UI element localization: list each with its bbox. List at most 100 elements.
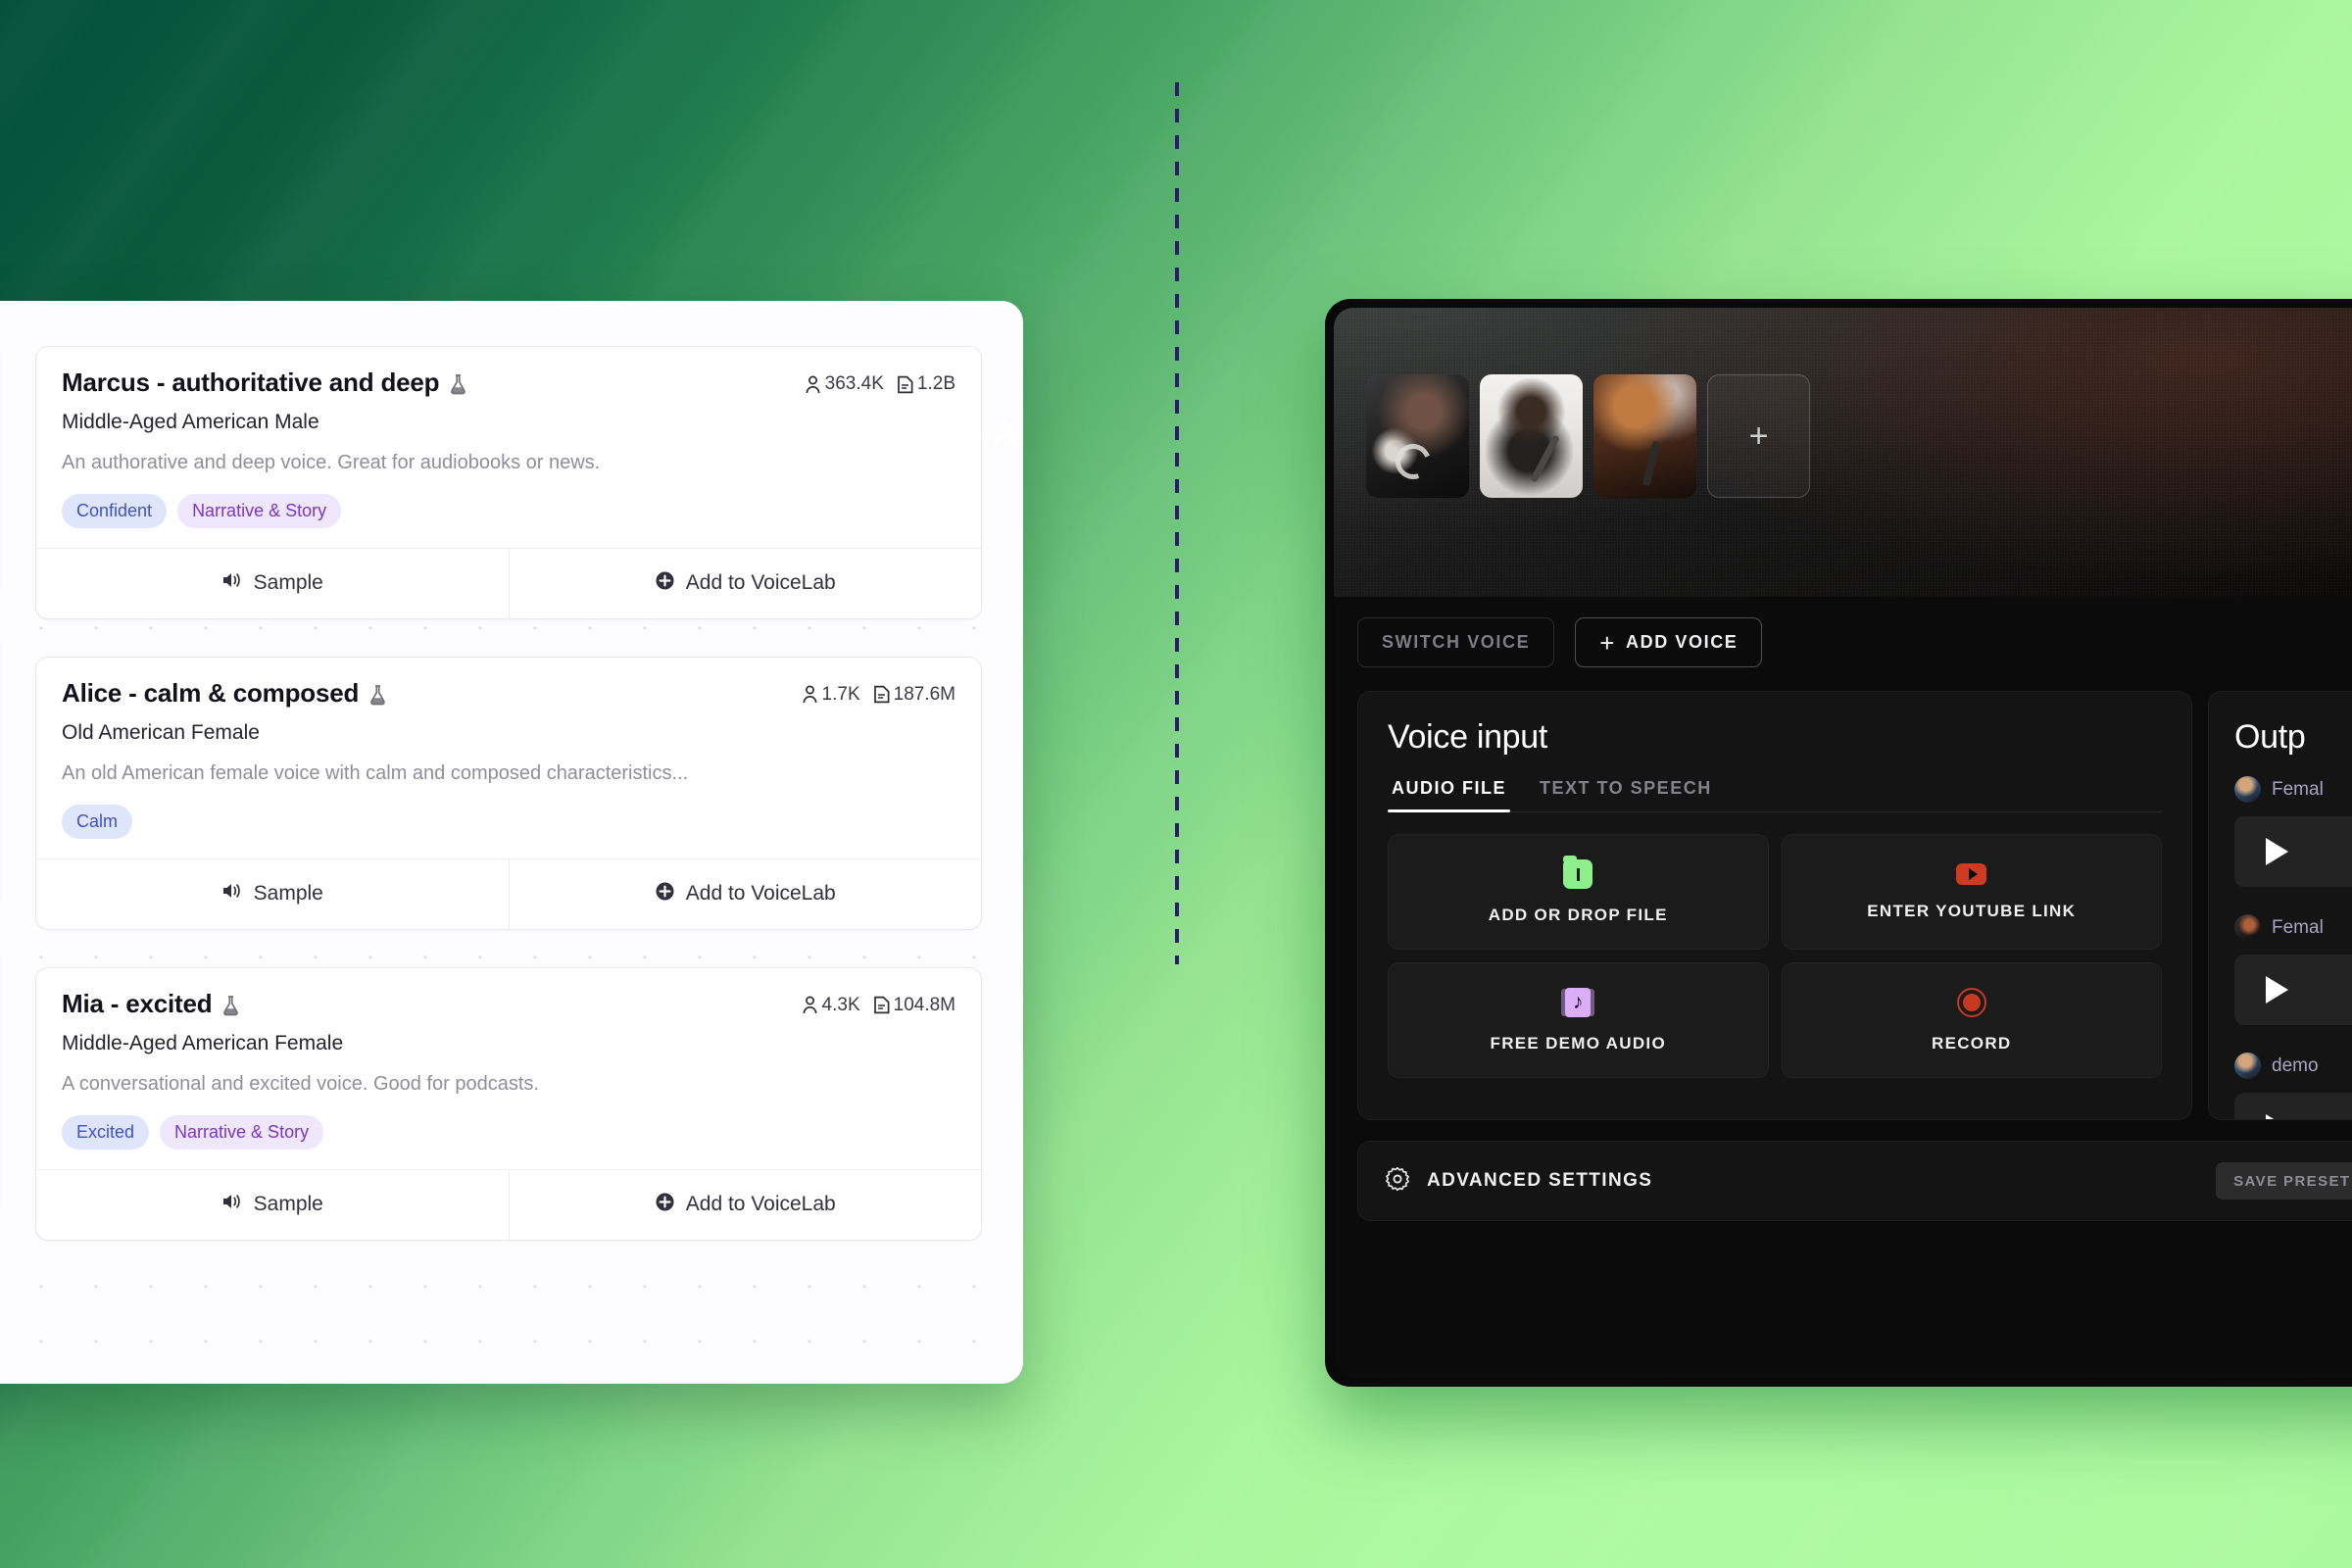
voice-card-title-text: Marcus - authoritative and deep [62,368,440,397]
voice-card[interactable]: Mia - excited 4.3K 104.8M Middle-Aged Am… [35,966,982,1241]
hero-voice-name: Male A [895,411,1019,457]
voice-cards-grid: 475.6M Lab [0,301,1023,1384]
voice-hero-banner: + [1334,308,2352,597]
output-row-header: demo [2234,1053,2352,1079]
sample-button-label: Sample [253,571,323,595]
voice-card-tags: Calm [62,804,956,839]
voice-tag[interactable]: Confident [62,493,168,528]
voice-tag[interactable]: Narrative & Story [177,493,342,528]
add-voice-button[interactable]: + ADD VOICE [1575,617,1763,667]
record-tile[interactable]: RECORD [1781,962,2162,1078]
add-to-voicelab-button[interactable]: Add to VoiceLab [508,858,982,929]
app-inner: + SWITCH VOICE + ADD VOICE Voice input A… [1334,308,2352,1378]
speaker-icon [221,881,243,906]
sample-button[interactable]: Sample [36,549,509,618]
stat-users: 363.4K [805,373,884,395]
voicelab-app-window: + SWITCH VOICE + ADD VOICE Voice input A… [1325,299,2352,1387]
output-panel: Outp Femal Femal demo [2208,691,2352,1120]
output-row: Femal [2234,914,2352,1025]
voice-thumb-singer-mic[interactable] [1480,374,1583,498]
add-to-voicelab-label: Add to VoiceLab [685,882,836,906]
output-row: demo [2234,1053,2352,1119]
voice-thumb-headphones[interactable] [1366,374,1469,498]
music-note-icon [1565,987,1592,1017]
voice-card-title: Alice - calm & composed [62,677,388,709]
switch-voice-button[interactable]: SWITCH VOICE [1357,617,1555,667]
add-to-voicelab-button[interactable]: Add to VoiceLab [508,1169,982,1240]
document-icon [873,997,890,1014]
section-divider-dashed [1175,82,1179,964]
speaker-icon [221,570,243,596]
voice-card[interactable]: Alice - calm & composed 1.7K 187.6M Old … [35,656,982,930]
free-demo-audio-tile[interactable]: FREE DEMO AUDIO [1388,962,1769,1078]
voice-tag[interactable]: Calm [62,804,133,839]
output-rows: Femal Femal demo [2234,776,2352,1119]
audio-player[interactable] [2234,955,2352,1025]
advanced-settings-bar[interactable]: ADVANCED SETTINGS SAVE PRESET + [1357,1141,2352,1221]
add-voice-thumb-button[interactable]: + [1707,374,1810,498]
voice-action-bar: SWITCH VOICE + ADD VOICE [1334,597,2352,667]
stat-users: 1.7K [802,684,860,706]
save-preset-button[interactable]: SAVE PRESET [2216,1162,2352,1200]
avatar [2234,914,2261,941]
plus-circle-icon [655,1192,675,1218]
record-label: RECORD [1932,1033,2012,1053]
voice-card-header: Marcus - authoritative and deep 363.4K 1… [62,368,956,398]
voice-card-description: An authorative and deep voice. Great for… [62,451,601,473]
output-row-header: Femal [2234,914,2352,941]
voice-card-title: Marcus - authoritative and deep [62,368,468,398]
voice-card[interactable]: Marcus - authoritative and deep 363.4K 1… [35,346,982,619]
voice-thumbnail-strip: + [1366,374,1810,498]
stat-docs: 187.6M [873,683,956,706]
audio-player[interactable] [2234,1093,2352,1119]
stat-docs-value: 187.6M [893,683,956,705]
voice-card-stats: 4.3K 104.8M [802,990,956,1016]
plus-icon: + [1599,627,1616,658]
output-row-name: demo [2272,1054,2319,1076]
voice-card-header: Alice - calm & composed 1.7K 187.6M [62,677,956,709]
advanced-settings-label: ADVANCED SETTINGS [1427,1170,1653,1191]
flask-icon [368,684,388,706]
add-to-voicelab-button[interactable]: Add to VoiceLab [508,548,982,618]
voice-tag[interactable]: Narrative & Story [160,1114,324,1150]
tab-audio-file[interactable]: AUDIO FILE [1388,778,1510,812]
play-icon[interactable] [2266,1114,2288,1119]
voice-card-tags: Excited Narrative & Story [62,1114,956,1150]
voice-tag[interactable]: Excited [62,1114,150,1150]
advanced-settings-right: SAVE PRESET + [2216,1162,2352,1200]
voice-library-panel: 475.6M Lab [0,301,1023,1384]
switch-voice-label: SWITCH VOICE [1382,632,1531,652]
document-icon [873,686,890,704]
play-icon[interactable] [2266,838,2288,865]
gear-icon [1385,1166,1410,1197]
play-icon[interactable] [2266,976,2288,1004]
sample-button[interactable]: Sample [36,1170,509,1240]
sample-button-label: Sample [253,1193,323,1216]
stat-users-value: 4.3K [821,994,860,1015]
voice-card-title-text: Alice - calm & composed [62,677,360,708]
voice-input-panel: Voice input AUDIO FILE TEXT TO SPEECH AD… [1357,691,2192,1120]
stat-users-value: 1.7K [821,683,860,705]
voice-card-description: An old American female voice with calm a… [62,761,689,784]
flask-icon [448,373,468,395]
avatar [2234,776,2261,803]
stat-users-value: 363.4K [824,373,884,394]
user-icon [803,996,816,1014]
output-row-name: Femal [2272,916,2324,938]
sample-button[interactable]: Sample [36,859,509,929]
voice-card-footer: Sample Add to VoiceLab [36,547,982,618]
voice-card-subtitle: Middle-Aged American Female [62,1031,344,1054]
voice-card-body: Alice - calm & composed 1.7K 187.6M Old … [36,658,981,858]
folder-upload-icon [1563,855,1593,889]
enter-youtube-link-tile[interactable]: ENTER YOUTUBE LINK [1781,834,2162,950]
plus-circle-icon [655,570,675,597]
audio-player[interactable] [2234,816,2352,887]
add-or-drop-file-tile[interactable]: ADD OR DROP FILE [1388,834,1769,950]
stat-docs-value: 104.8M [893,994,956,1015]
tab-text-to-speech[interactable]: TEXT TO SPEECH [1536,778,1716,811]
user-icon [803,685,816,704]
output-row-header: Femal [2234,776,2352,803]
voice-card-body: Mia - excited 4.3K 104.8M Middle-Aged Am… [36,968,981,1169]
voice-thumb-stage-singer[interactable] [1593,374,1696,498]
stat-docs: 1.2B [898,373,956,395]
